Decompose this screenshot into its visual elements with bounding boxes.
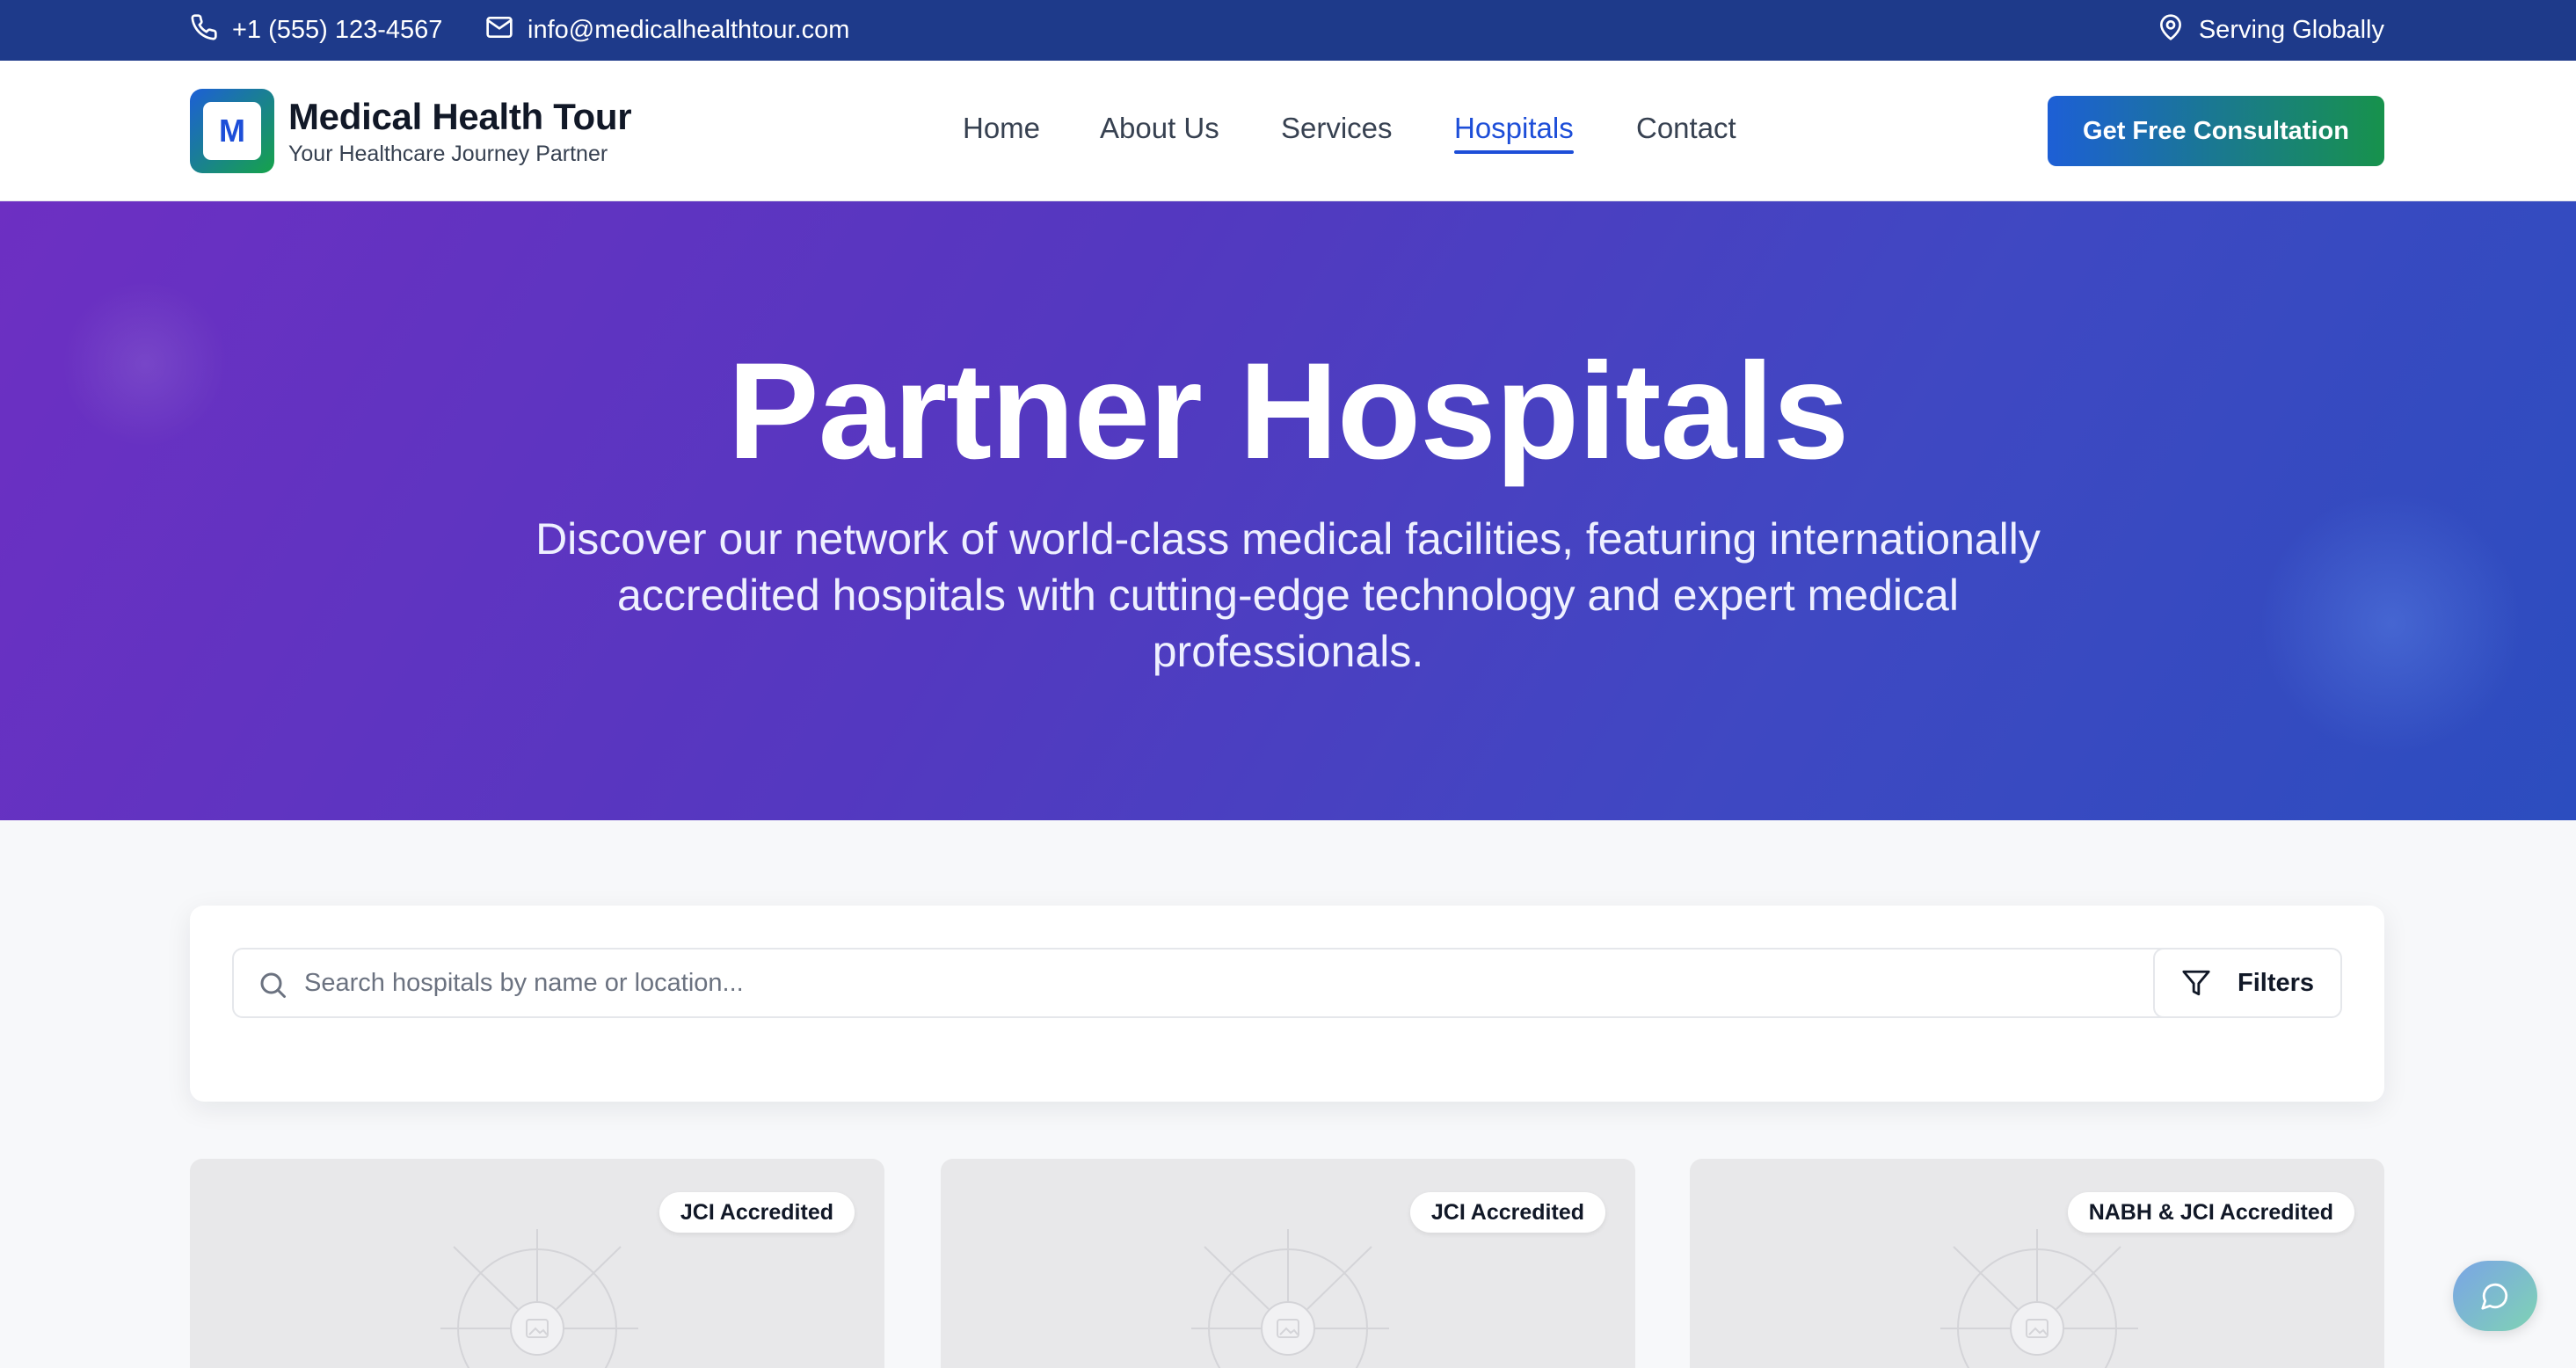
nav-about-us[interactable]: About Us (1100, 112, 1219, 145)
hero-description: Discover our network of world-class medi… (535, 514, 2041, 676)
hospital-card[interactable]: NABH & JCI Accredited (1690, 1159, 2384, 1368)
phone-icon (190, 13, 218, 48)
nav-home[interactable]: Home (963, 112, 1040, 145)
hero-title: Partner Hospitals (727, 335, 1850, 488)
topbar-email[interactable]: info@medicalhealthtour.com (485, 0, 849, 61)
free-consultation-button[interactable]: Get Free Consultation (2048, 96, 2384, 166)
email-address: info@medicalhealthtour.com (528, 16, 850, 44)
filters-label: Filters (2237, 968, 2315, 997)
search-field[interactable] (232, 948, 2314, 1018)
nav-hospitals[interactable]: Hospitals (1454, 112, 1574, 154)
chat-bubble-icon (2481, 1283, 2508, 1310)
topbar-location: Serving Globally (2157, 0, 2384, 61)
phone-number: +1 (555) 123-4567 (232, 16, 443, 44)
logo-letter: M (203, 102, 261, 160)
map-pin-icon (2157, 13, 2185, 48)
chat-button[interactable] (2453, 1261, 2537, 1331)
search-panel: Filters (190, 906, 2384, 1102)
brand-subtitle: Your Healthcare Journey Partner (288, 142, 608, 166)
nav-services[interactable]: Services (1281, 112, 1393, 145)
site-header: M Medical Health Tour Your Healthcare Jo… (0, 61, 2576, 201)
logo[interactable]: M (190, 89, 274, 173)
decorative-blob (2259, 491, 2523, 755)
filter-icon (2182, 970, 2210, 996)
image-placeholder-icon (1940, 1229, 2138, 1368)
topbar-phone[interactable]: +1 (555) 123-4567 (190, 0, 442, 61)
hospital-card[interactable]: JCI Accredited (941, 1159, 1635, 1368)
accreditation-badge: JCI Accredited (659, 1192, 855, 1233)
filters-button[interactable]: Filters (2153, 948, 2342, 1018)
hospital-card[interactable]: JCI Accredited (190, 1159, 884, 1368)
accreditation-badge: NABH & JCI Accredited (2067, 1192, 2354, 1233)
image-placeholder-icon (440, 1229, 638, 1368)
top-info-bar: +1 (555) 123-4567 info@medicalhealthtour… (0, 0, 2576, 61)
image-placeholder-icon (1191, 1229, 1389, 1368)
mail-icon (485, 13, 513, 48)
brand-title[interactable]: Medical Health Tour (288, 96, 632, 138)
nav-contact[interactable]: Contact (1636, 112, 1736, 145)
search-icon (260, 972, 286, 998)
hero-section: Partner Hospitals Discover our network o… (0, 201, 2576, 820)
search-input[interactable] (304, 950, 2282, 1016)
location-text: Serving Globally (2198, 16, 2384, 44)
accreditation-badge: JCI Accredited (1409, 1192, 1605, 1233)
